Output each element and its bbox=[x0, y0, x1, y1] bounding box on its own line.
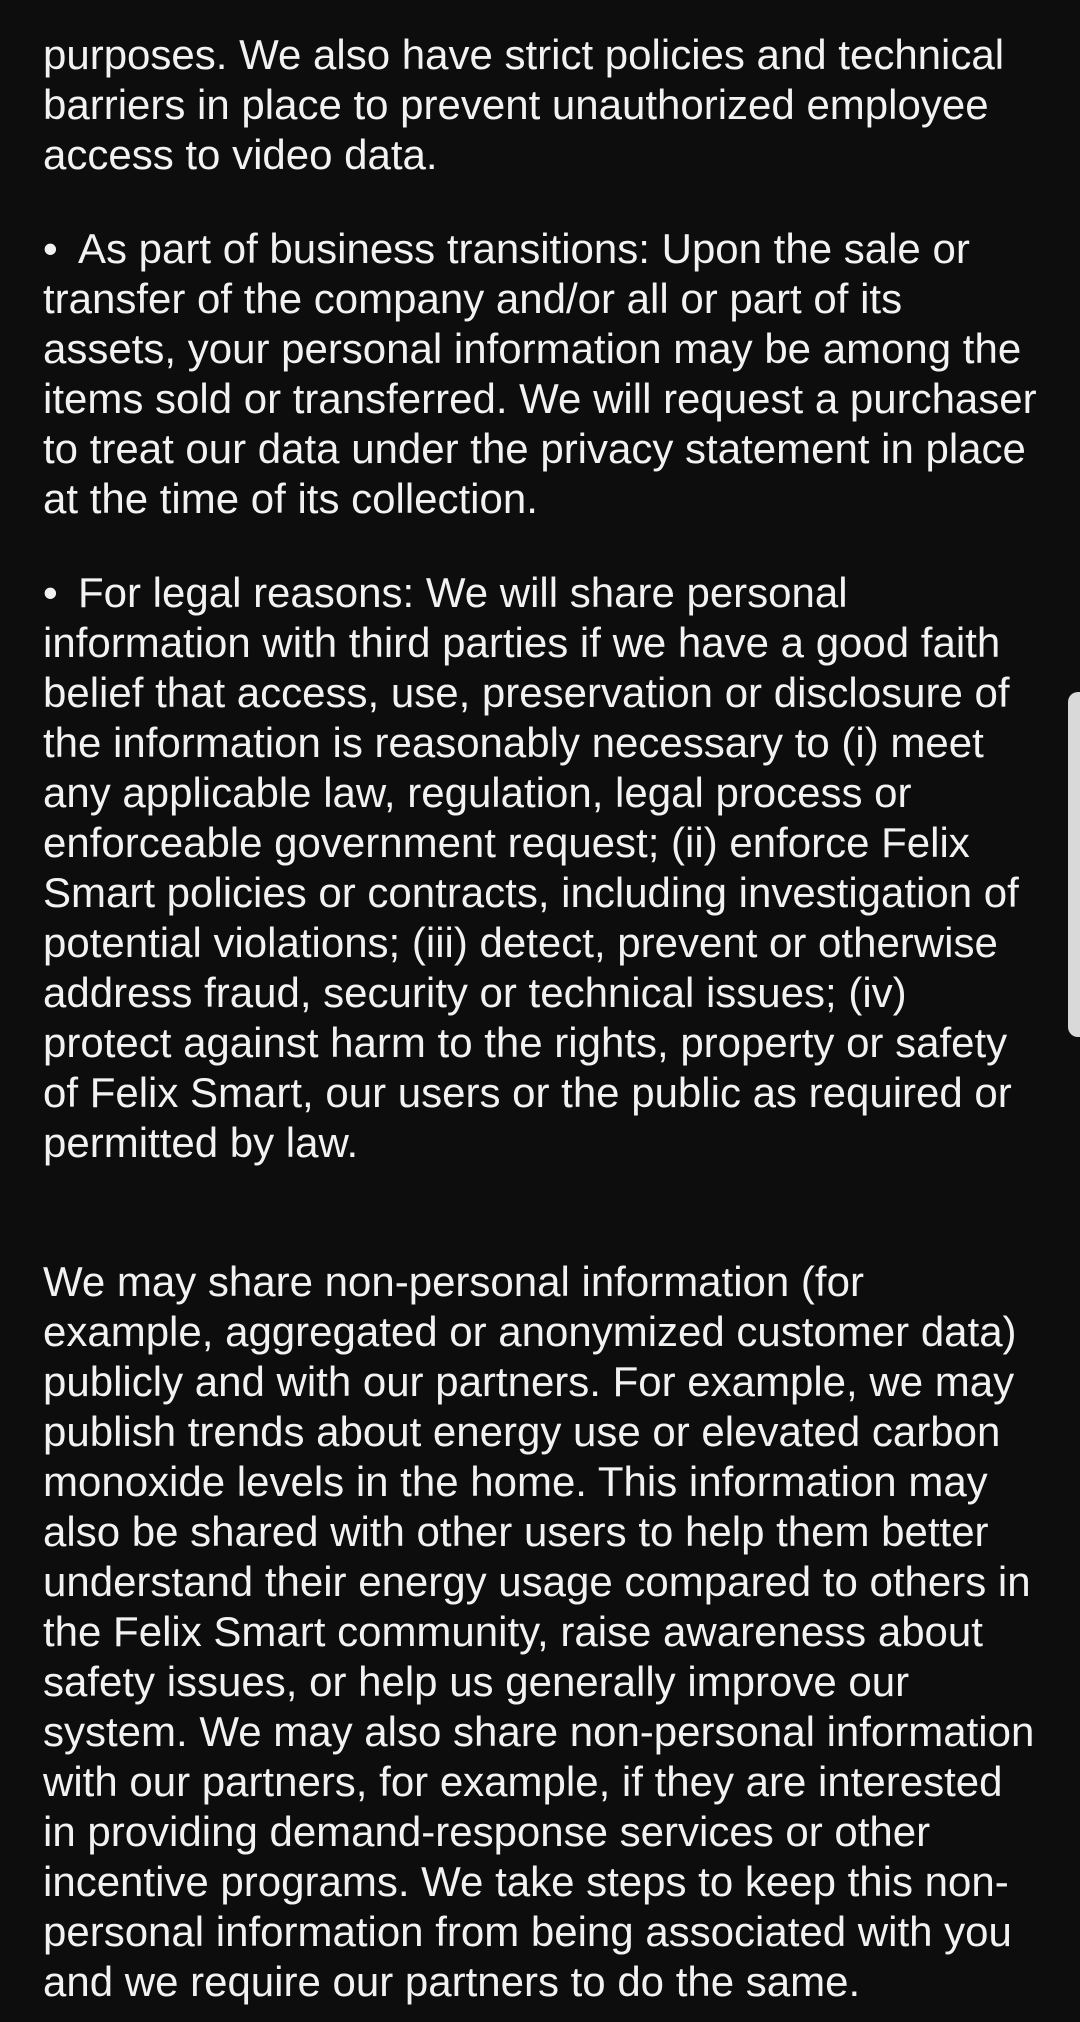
paragraph-non-personal-information: We may share non-personal information (f… bbox=[43, 1258, 1035, 2005]
bullet-business-transitions: • As part of business transitions: Upon t… bbox=[43, 224, 1043, 524]
bullet-legal-reasons: • For legal reasons: We will share person… bbox=[43, 568, 1043, 1168]
scrollbar-handle[interactable] bbox=[1068, 692, 1080, 1037]
paragraph-video-access: purposes. We also have strict policies a… bbox=[43, 31, 1005, 178]
bullet-icon: • bbox=[43, 225, 58, 272]
bullet-icon: • bbox=[43, 569, 58, 616]
policy-text-body: purposes. We also have strict policies a… bbox=[43, 30, 1043, 2007]
bullet-business-text: As part of business transitions: Upon th… bbox=[43, 225, 1037, 522]
bullet-legal-text: For legal reasons: We will share persona… bbox=[43, 569, 1019, 1166]
